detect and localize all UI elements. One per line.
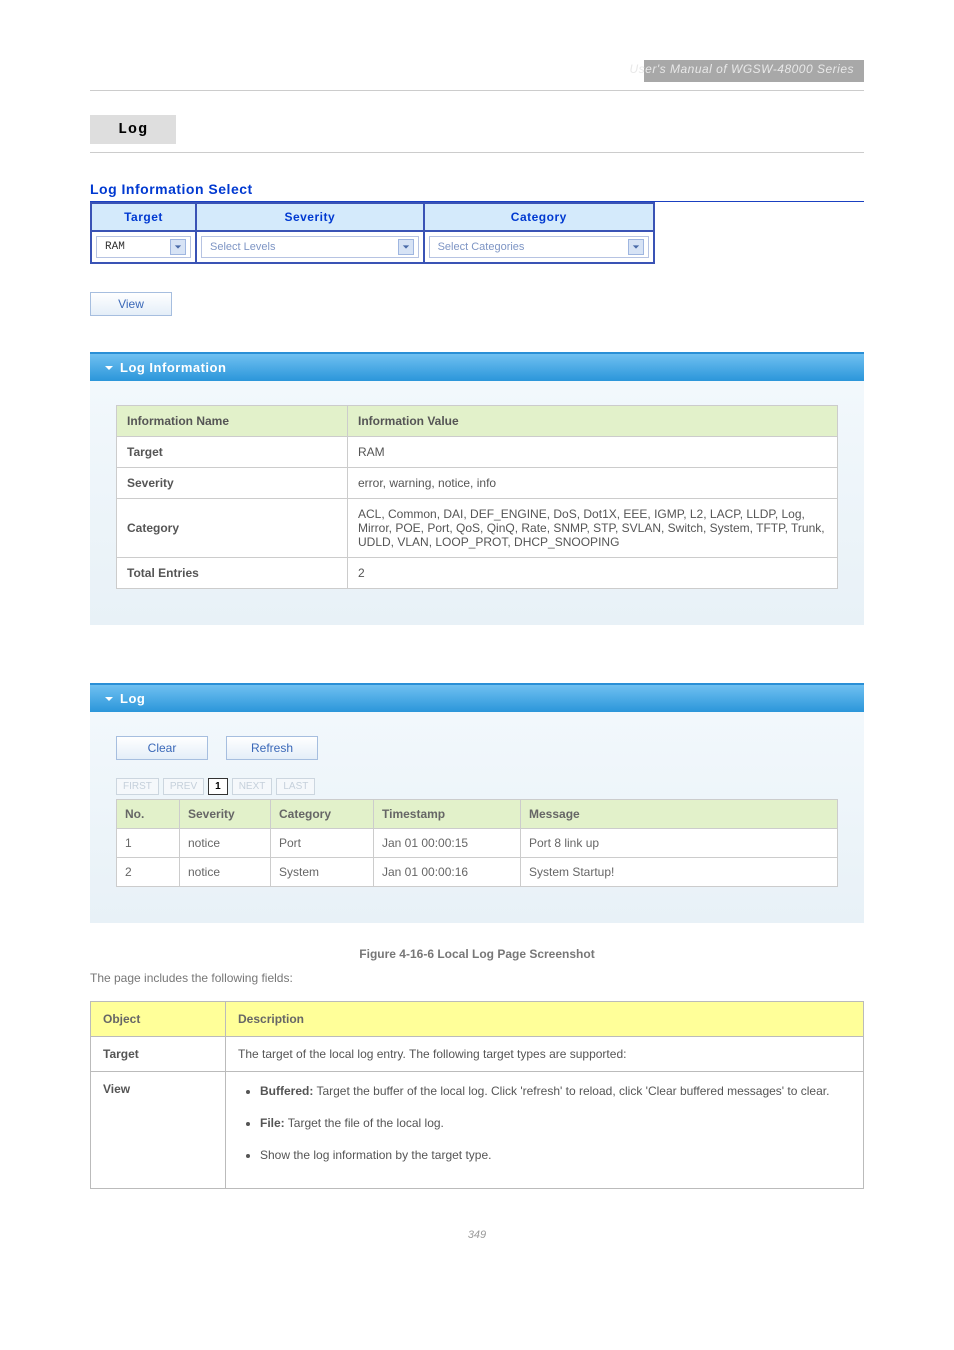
obj-header-description: Description [226,1002,864,1037]
info-value: error, warning, notice, info [348,468,838,499]
chevron-down-icon [104,363,114,373]
page-description: The page includes the following fields: [90,969,864,987]
object-description-table: Object Description Target The target of … [90,1001,864,1189]
log-cell-no: 1 [117,829,180,858]
log-cell-severity: notice [180,829,271,858]
view-button[interactable]: View [90,292,172,316]
chevron-down-icon [628,239,644,255]
figure-caption: Figure 4-16-6 Local Log Page Screenshot [90,947,864,961]
log-cell-severity: notice [180,858,271,887]
header-doc-title: User's Manual of WGSW-48000 Series [630,62,854,76]
log-header-severity: Severity [180,800,271,829]
log-header-timestamp: Timestamp [374,800,521,829]
chevron-down-icon [104,694,114,704]
panel-log: Log Clear Refresh FIRST PREV 1 NEXT LAST… [90,683,864,923]
pager-first[interactable]: FIRST [116,778,159,795]
log-header-category: Category [271,800,374,829]
info-value: RAM [348,437,838,468]
chevron-down-icon [170,239,186,255]
log-cell-no: 2 [117,858,180,887]
log-header-message: Message [521,800,838,829]
log-row: 2 notice System Jan 01 00:00:16 System S… [117,858,838,887]
obj-header-object: Object [91,1002,226,1037]
log-select-table: Target Severity Category RAM Select Leve… [90,202,655,264]
pager-current: 1 [208,778,228,795]
info-row: Target RAM [117,437,838,468]
page-number: 349 [0,1229,954,1261]
chevron-down-icon [398,239,414,255]
pager: FIRST PREV 1 NEXT LAST [116,778,838,795]
pager-prev[interactable]: PREV [163,778,204,795]
pager-last[interactable]: LAST [276,778,315,795]
info-row: Severity error, warning, notice, info [117,468,838,499]
panel-header-log[interactable]: Log [90,685,864,712]
log-cell-message: System Startup! [521,858,838,887]
info-name: Severity [117,468,348,499]
obj-desc-target: The target of the local log entry. The f… [226,1037,864,1072]
active-tab-log[interactable]: Log [90,115,176,144]
sel-header-category: Category [424,203,654,231]
severity-select-placeholder: Select Levels [210,241,275,253]
info-header-value: Information Value [348,406,838,437]
log-cell-timestamp: Jan 01 00:00:16 [374,858,521,887]
total-entries-label: Total Entries [117,558,348,589]
log-header-no: No. [117,800,180,829]
info-name: Target [117,437,348,468]
divider [90,152,864,153]
section-title-log-info-select: Log Information Select [90,181,864,202]
info-name: Category [117,499,348,558]
target-select-value: RAM [105,241,125,253]
panel-title: Log Information [120,360,226,375]
obj-row-view: View Buffered: Target the buffer of the … [91,1072,864,1189]
sel-header-target: Target [91,203,196,231]
obj-desc-view: Buffered: Target the buffer of the local… [226,1072,864,1189]
log-row: 1 notice Port Jan 01 00:00:15 Port 8 lin… [117,829,838,858]
severity-select[interactable]: Select Levels [201,236,419,258]
obj-name-target: Target [91,1037,226,1072]
category-select-placeholder: Select Categories [438,241,525,253]
panel-header-log-information[interactable]: Log Information [90,354,864,381]
obj-row-target: Target The target of the local log entry… [91,1037,864,1072]
panel-log-information: Log Information Information Name Informa… [90,352,864,625]
log-cell-category: Port [271,829,374,858]
pager-next[interactable]: NEXT [232,778,273,795]
refresh-button[interactable]: Refresh [226,736,318,760]
log-table: No. Severity Category Timestamp Message … [116,799,838,887]
total-entries-value: 2 [348,558,838,589]
panel-title: Log [120,691,145,706]
info-row: Category ACL, Common, DAI, DEF_ENGINE, D… [117,499,838,558]
log-cell-message: Port 8 link up [521,829,838,858]
log-cell-timestamp: Jan 01 00:00:15 [374,829,521,858]
clear-button[interactable]: Clear [116,736,208,760]
info-value: ACL, Common, DAI, DEF_ENGINE, DoS, Dot1X… [348,499,838,558]
target-select[interactable]: RAM [96,236,191,258]
category-select[interactable]: Select Categories [429,236,649,258]
log-cell-category: System [271,858,374,887]
info-totals-row: Total Entries 2 [117,558,838,589]
info-header-name: Information Name [117,406,348,437]
sel-header-severity: Severity [196,203,424,231]
info-table: Information Name Information Value Targe… [116,405,838,589]
obj-name-view: View [91,1072,226,1189]
